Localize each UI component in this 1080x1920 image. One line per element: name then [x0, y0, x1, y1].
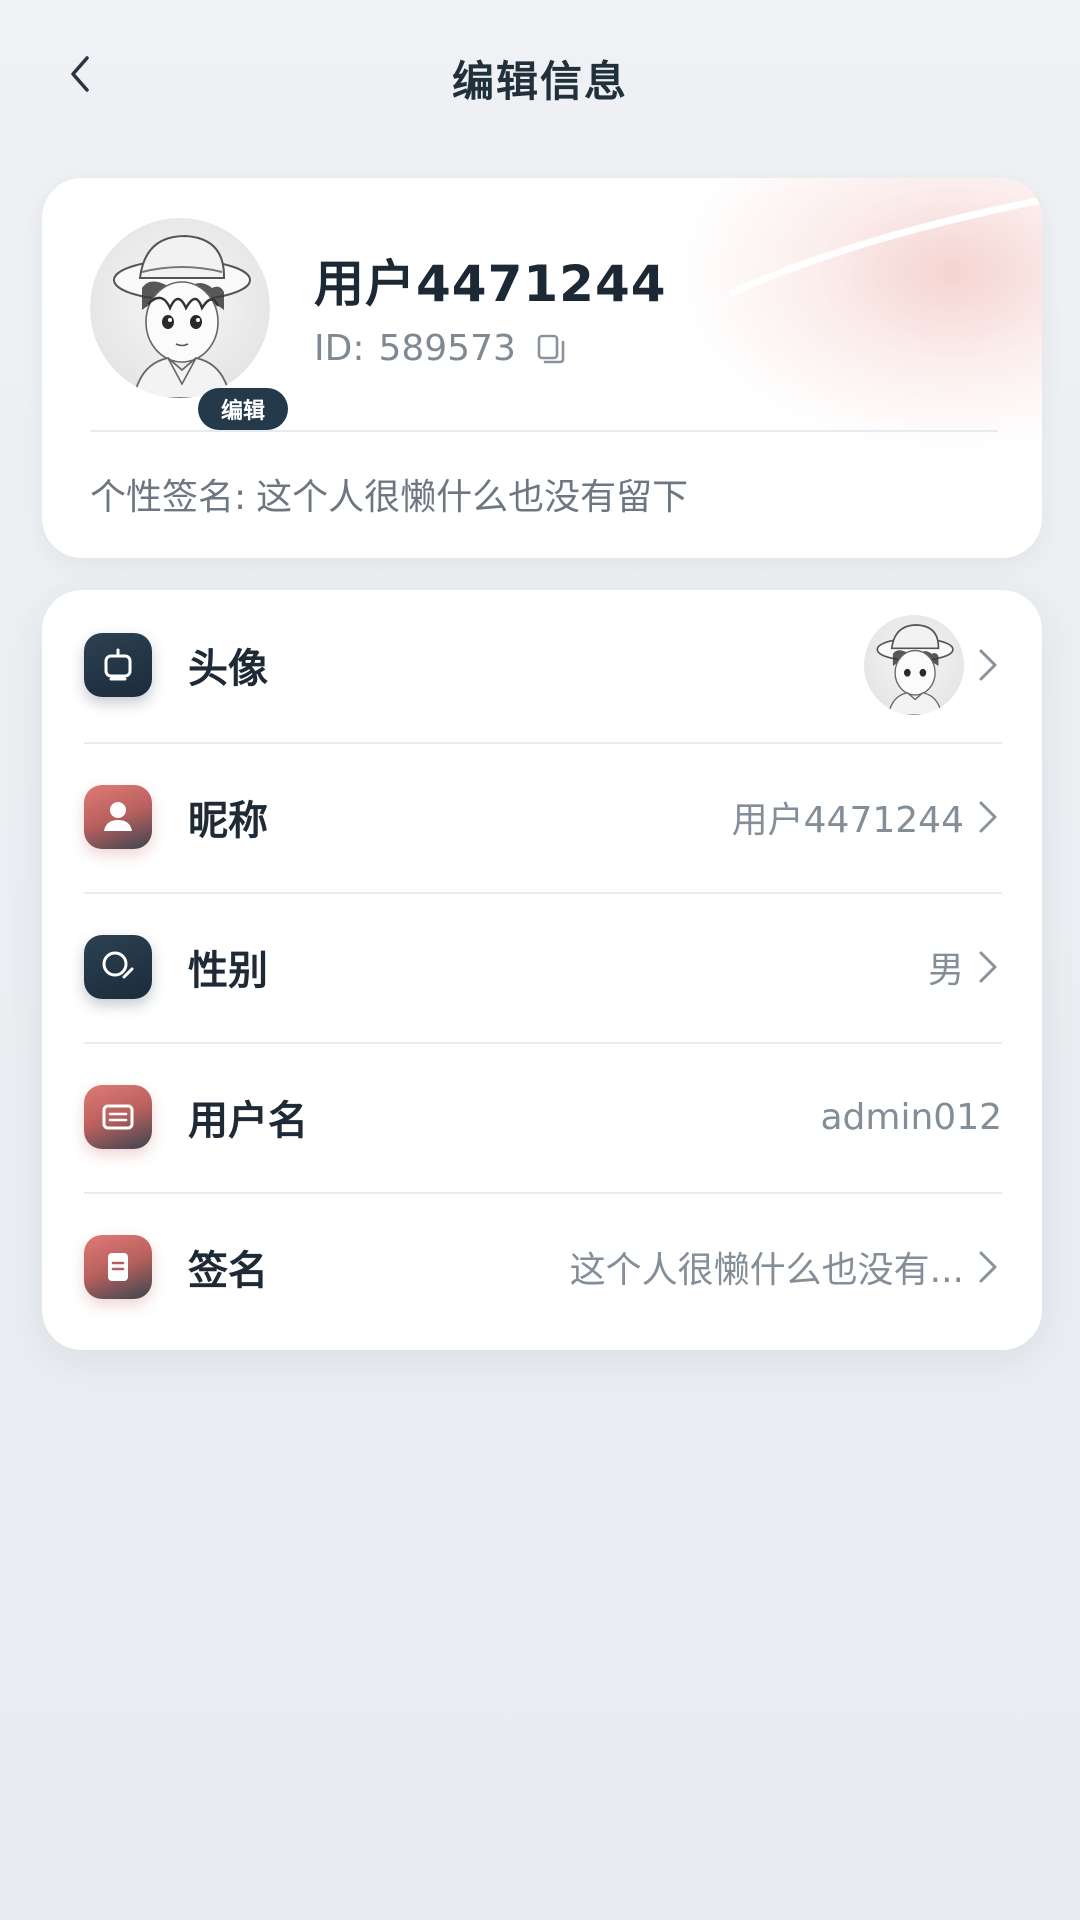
top-bar: 编辑信息: [0, 0, 1080, 160]
row-label: 头像: [188, 646, 268, 692]
user-id-value: 589573: [378, 328, 516, 369]
nickname-value: 用户4471244: [731, 800, 964, 841]
page-title: 编辑信息: [451, 57, 628, 106]
profile-settings-list: 头像 昵称 用户4471244 性别 男 用户名 admin012 签名 这个人…: [42, 590, 1042, 1350]
edit-avatar-badge[interactable]: 编辑: [198, 388, 288, 430]
copy-icon[interactable]: [534, 332, 568, 366]
edit-profile-page: 编辑信息 编辑 用户4471244 ID: 589573 个性签名: 这个人很懒…: [0, 0, 1080, 1920]
settings-row-username: 用户名 admin012: [84, 1042, 1002, 1192]
id-card-icon: [84, 1085, 152, 1149]
username-display: 用户4471244: [314, 255, 667, 313]
user-id-label: ID:: [314, 328, 365, 369]
settings-row-gender[interactable]: 性别 男: [84, 892, 1002, 1042]
row-right: 这个人很懒什么也没有...: [570, 1241, 1002, 1293]
settings-row-nickname[interactable]: 昵称 用户4471244: [84, 742, 1002, 892]
anime-boy-avatar-image: [113, 234, 251, 398]
gender-icon: [84, 935, 152, 999]
row-right: admin012: [820, 1097, 1002, 1138]
profile-avatar[interactable]: 编辑: [90, 218, 288, 430]
decorative-gradient: [682, 178, 1042, 448]
row-right: [864, 615, 1002, 715]
avatar-thumbnail: [864, 615, 964, 715]
bio-row: 个性签名: 这个人很懒什么也没有留下: [90, 468, 688, 520]
profile-card: 编辑 用户4471244 ID: 589573 个性签名: 这个人很懒什么也没有留…: [42, 178, 1042, 558]
chevron-right-icon: [979, 801, 997, 833]
row-label: 用户名: [188, 1098, 308, 1144]
row-label: 性别: [188, 948, 268, 994]
bio-text: 这个人很懒什么也没有留下: [256, 477, 689, 518]
row-right: 用户4471244: [732, 791, 1002, 843]
chevron-right-icon: [979, 1251, 997, 1283]
document-icon: [84, 1235, 152, 1299]
username-value: admin012: [820, 1096, 1002, 1138]
chevron-right-icon: [979, 649, 997, 681]
bio-label: 个性签名:: [90, 477, 247, 518]
avatar: [90, 218, 270, 398]
row-right: 男: [928, 941, 1002, 993]
user-id-row: ID: 589573: [314, 328, 568, 369]
row-label: 昵称: [188, 798, 268, 844]
settings-row-avatar[interactable]: 头像: [84, 590, 1002, 740]
row-label: 签名: [188, 1248, 268, 1294]
signature-value: 这个人很懒什么也没有...: [569, 1250, 964, 1291]
gender-value: 男: [927, 950, 964, 991]
settings-row-signature[interactable]: 签名 这个人很懒什么也没有...: [84, 1192, 1002, 1342]
person-icon: [84, 785, 152, 849]
avatar-frame-icon: [84, 633, 152, 697]
card-divider: [90, 430, 998, 432]
chevron-right-icon: [979, 951, 997, 983]
